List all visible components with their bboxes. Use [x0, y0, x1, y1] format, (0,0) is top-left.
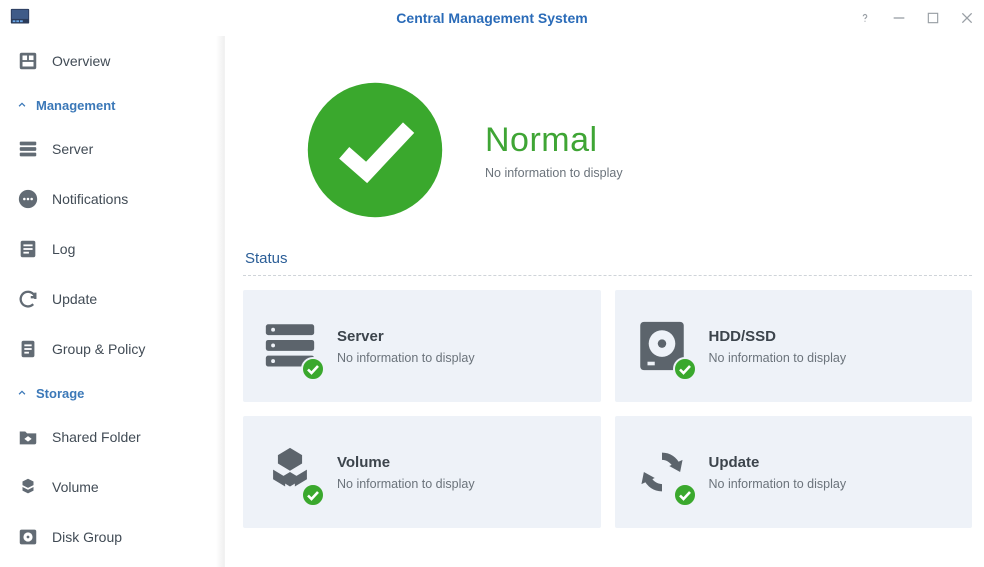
- status-card-hdd-ssd[interactable]: HDD/SSD No information to display: [615, 290, 973, 402]
- sidebar-item-label: Update: [52, 291, 97, 307]
- minimize-button[interactable]: [890, 9, 908, 27]
- sidebar-item-log[interactable]: Log: [0, 224, 224, 274]
- status-card-volume[interactable]: Volume No information to display: [243, 416, 601, 528]
- sidebar-section-storage[interactable]: Storage: [0, 374, 224, 412]
- sidebar: Overview Management Server: [0, 36, 225, 567]
- card-subtext: No information to display: [709, 351, 847, 365]
- card-subtext: No information to display: [709, 477, 847, 491]
- maximize-button[interactable]: [924, 9, 942, 27]
- close-button[interactable]: [958, 9, 976, 27]
- sidebar-item-overview[interactable]: Overview: [0, 36, 224, 86]
- server-icon: [261, 317, 319, 375]
- status-card-update[interactable]: Update No information to display: [615, 416, 973, 528]
- ok-badge-icon: [673, 483, 697, 507]
- titlebar: Central Management System: [0, 0, 984, 36]
- sidebar-item-label: Volume: [52, 479, 99, 495]
- disk-group-icon: [16, 525, 40, 549]
- card-title: Server: [337, 328, 475, 345]
- log-icon: [16, 237, 40, 261]
- status-heading: Normal: [485, 121, 623, 160]
- sidebar-item-label: Log: [52, 241, 75, 257]
- overview-icon: [16, 49, 40, 73]
- sidebar-item-label: Server: [52, 141, 93, 157]
- sidebar-item-label: Notifications: [52, 191, 128, 207]
- window-controls: [856, 9, 976, 27]
- update-icon: [633, 443, 691, 501]
- status-cards: Server No information to display: [225, 276, 984, 542]
- ok-badge-icon: [673, 357, 697, 381]
- volume-icon: [16, 475, 40, 499]
- notifications-icon: [16, 187, 40, 211]
- sidebar-item-label: Group & Policy: [52, 341, 145, 357]
- sidebar-item-volume[interactable]: Volume: [0, 462, 224, 512]
- card-title: HDD/SSD: [709, 328, 847, 345]
- card-title: Volume: [337, 454, 475, 471]
- ok-badge-icon: [301, 357, 325, 381]
- main-content: Normal No information to display Status: [225, 36, 984, 567]
- window-title: Central Management System: [0, 10, 984, 26]
- card-title: Update: [709, 454, 847, 471]
- card-subtext: No information to display: [337, 477, 475, 491]
- sidebar-item-update[interactable]: Update: [0, 274, 224, 324]
- sidebar-item-label: Overview: [52, 53, 110, 69]
- shared-folder-icon: [16, 425, 40, 449]
- volume-icon: [261, 443, 319, 501]
- sidebar-item-server[interactable]: Server: [0, 124, 224, 174]
- ok-badge-icon: [301, 483, 325, 507]
- sidebar-section-label: Storage: [36, 386, 84, 401]
- hdd-icon: [633, 317, 691, 375]
- status-hero: Normal No information to display: [225, 36, 984, 250]
- status-ok-icon: [305, 80, 445, 220]
- sidebar-item-shared-folder[interactable]: Shared Folder: [0, 412, 224, 462]
- sidebar-section-label: Management: [36, 98, 115, 113]
- card-subtext: No information to display: [337, 351, 475, 365]
- help-button[interactable]: [856, 9, 874, 27]
- sidebar-item-notifications[interactable]: Notifications: [0, 174, 224, 224]
- sidebar-section-management[interactable]: Management: [0, 86, 224, 124]
- status-section-heading: Status: [243, 250, 972, 276]
- app-icon: [8, 6, 32, 30]
- sidebar-item-label: Disk Group: [52, 529, 122, 545]
- sidebar-item-label: Shared Folder: [52, 429, 141, 445]
- status-subtext: No information to display: [485, 166, 623, 180]
- sidebar-item-group-policy[interactable]: Group & Policy: [0, 324, 224, 374]
- status-card-server[interactable]: Server No information to display: [243, 290, 601, 402]
- update-icon: [16, 287, 40, 311]
- policy-icon: [16, 337, 40, 361]
- chevron-up-icon: [16, 99, 28, 111]
- chevron-up-icon: [16, 387, 28, 399]
- sidebar-item-disk-group[interactable]: Disk Group: [0, 512, 224, 562]
- server-icon: [16, 137, 40, 161]
